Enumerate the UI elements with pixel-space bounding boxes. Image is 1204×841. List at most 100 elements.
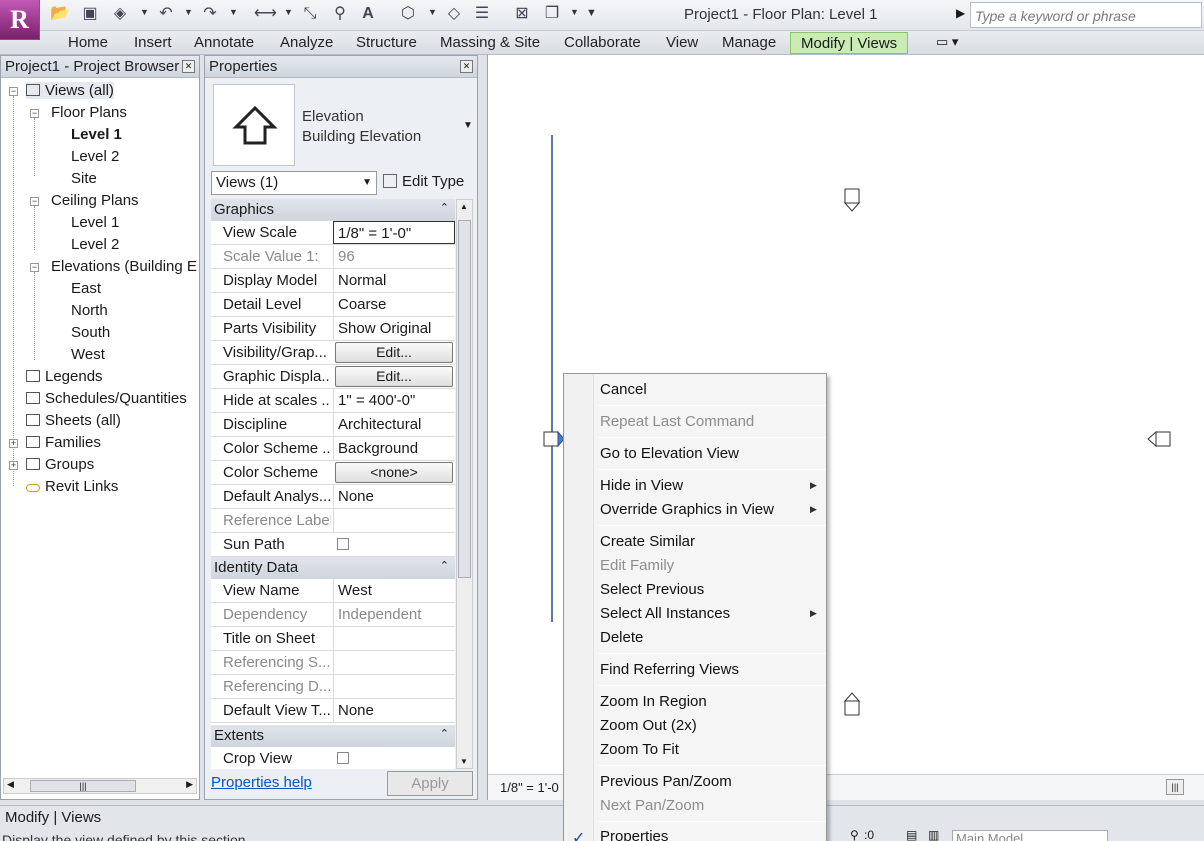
group-graphics[interactable]: Graphics ⌃ [211,199,455,221]
collapse-group-icon[interactable]: ⌃ [440,559,449,572]
instance-filter-select[interactable]: Views (1) ▼ [211,171,377,195]
menu-zoom-to-fit[interactable]: Zoom To Fit [600,741,679,758]
tree-south[interactable]: South [71,324,110,341]
tree-floor-level-1[interactable]: Level 1 [71,126,122,143]
tree-floor-plans[interactable]: Floor Plans [51,104,127,121]
scroll-down-icon[interactable]: ▼ [460,757,468,766]
scroll-right-icon[interactable]: ▶ [186,779,193,790]
menu-go-to-elevation-view[interactable]: Go to Elevation View [600,445,739,462]
section-icon[interactable]: ◇ [444,4,464,24]
canvas-scroll-thumb[interactable]: ||| [1166,779,1184,795]
scroll-thumb[interactable] [458,220,471,578]
menu-find-referring-views[interactable]: Find Referring Views [600,661,739,678]
switch-windows-dropdown-icon[interactable]: ▼ [570,7,579,17]
scroll-thumb[interactable]: ||| [30,780,136,792]
properties-help-link[interactable]: Properties help [211,774,312,791]
open-icon[interactable]: 📂 [50,4,70,24]
filter-icon[interactable]: ⚲ [850,828,859,841]
tree-sheets[interactable]: Sheets (all) [26,412,121,429]
tree-north[interactable]: North [71,302,108,319]
tree-views-all[interactable]: Views (all) [26,82,114,99]
menu-zoom-out[interactable]: Zoom Out (2x) [600,717,697,734]
redo-dropdown-icon[interactable]: ▼ [229,7,238,17]
sync-icon[interactable]: ◈ [110,4,130,24]
tab-modify-views[interactable]: Modify | Views [790,32,909,54]
tree-ceiling-level-2[interactable]: Level 2 [71,236,119,253]
view-scale-label[interactable]: 1/8" = 1'-0 [500,780,559,795]
search-input[interactable]: Type a keyword or phrase [970,2,1202,28]
menu-zoom-in-region[interactable]: Zoom In Region [600,693,707,710]
undo-icon[interactable]: ↶ [156,4,176,24]
collapse-icon[interactable]: − [30,109,39,118]
title-arrow-icon[interactable]: ▶ [956,6,965,20]
tree-ceiling-plans[interactable]: Ceiling Plans [51,192,139,209]
graphic-display-edit-button[interactable]: Edit... [335,366,453,387]
tree-west[interactable]: West [71,346,105,363]
tree-east[interactable]: East [71,280,101,297]
design-options-icon[interactable]: ▥ [928,828,939,841]
save-icon[interactable]: ▣ [80,4,100,24]
tree-elevations[interactable]: Elevations (Building Elevation) [51,258,197,275]
type-dropdown-icon[interactable]: ▼ [463,120,473,131]
menu-select-previous[interactable]: Select Previous [600,581,704,598]
tree-families[interactable]: Families [26,434,101,451]
menu-override-graphics[interactable]: Override Graphics in View [600,501,774,518]
editing-requests-icon[interactable]: ▤ [906,828,917,841]
ribbon-options-icon[interactable]: ▭ ▾ [936,34,958,50]
group-extents[interactable]: Extents ⌃ [211,725,455,747]
expand-icon[interactable]: + [9,461,18,470]
tab-view[interactable]: View [666,34,698,51]
apply-button[interactable]: Apply [387,771,473,796]
edit-type-button[interactable]: Edit Type [383,173,464,190]
group-identity-data[interactable]: Identity Data ⌃ [211,557,455,579]
browser-horizontal-scrollbar[interactable]: ◀ ||| ▶ [3,778,197,794]
tab-massing-site[interactable]: Massing & Site [440,34,540,51]
menu-previous-pan-zoom[interactable]: Previous Pan/Zoom [600,773,732,790]
tab-home[interactable]: Home [68,34,108,51]
menu-select-all-instances[interactable]: Select All Instances [600,605,730,622]
tree-ceiling-level-1[interactable]: Level 1 [71,214,119,231]
scroll-up-icon[interactable]: ▲ [460,202,468,211]
type-name[interactable]: Building Elevation [302,128,421,145]
measure-icon[interactable]: ⟷ [254,4,277,24]
expand-icon[interactable]: + [9,439,18,448]
tree-schedules[interactable]: Schedules/Quantities [26,390,187,407]
close-icon[interactable]: ✕ [182,60,195,73]
collapse-group-icon[interactable]: ⌃ [440,201,449,214]
menu-create-similar[interactable]: Create Similar [600,533,695,550]
tab-analyze[interactable]: Analyze [280,34,333,51]
close-hidden-icon[interactable]: ⊠ [512,4,532,24]
menu-properties[interactable]: Properties [600,828,668,841]
switch-windows-icon[interactable]: ❐ [542,4,562,24]
tree-legends[interactable]: Legends [26,368,103,385]
redo-icon[interactable]: ↷ [200,4,220,24]
view-scale-field[interactable]: 1/8" = 1'-0" [333,221,455,244]
tree-groups[interactable]: Groups [26,456,94,473]
collapse-icon[interactable]: − [30,197,39,206]
crop-view-checkbox[interactable] [337,752,349,764]
scroll-left-icon[interactable]: ◀ [7,779,14,790]
tree-site[interactable]: Site [71,170,97,187]
color-scheme-button[interactable]: <none> [335,462,453,483]
collapse-group-icon[interactable]: ⌃ [440,727,449,740]
tab-structure[interactable]: Structure [356,34,417,51]
menu-delete[interactable]: Delete [600,629,643,646]
measure-dropdown-icon[interactable]: ▼ [284,7,293,17]
properties-vertical-scrollbar[interactable]: ▲ ▼ [456,199,473,769]
menu-hide-in-view[interactable]: Hide in View [600,477,683,494]
tab-collaborate[interactable]: Collaborate [564,34,641,51]
3d-view-icon[interactable]: ⬡ [398,4,418,24]
close-icon[interactable]: ✕ [460,60,473,73]
application-menu-button[interactable]: R [0,0,40,40]
collapse-icon[interactable]: − [30,263,39,272]
3d-dropdown-icon[interactable]: ▼ [428,7,437,17]
customize-toolbar-icon[interactable]: ▼ [586,7,597,19]
active-model-select[interactable]: Main Model [952,830,1108,841]
aligned-dimension-icon[interactable]: ⤡ [300,4,320,24]
collapse-icon[interactable]: − [9,87,18,96]
tab-annotate[interactable]: Annotate [194,34,254,51]
tab-manage[interactable]: Manage [722,34,776,51]
type-family[interactable]: Elevation [302,108,364,125]
sync-dropdown-icon[interactable]: ▼ [140,7,149,17]
thin-lines-icon[interactable]: ☰ [472,4,492,24]
